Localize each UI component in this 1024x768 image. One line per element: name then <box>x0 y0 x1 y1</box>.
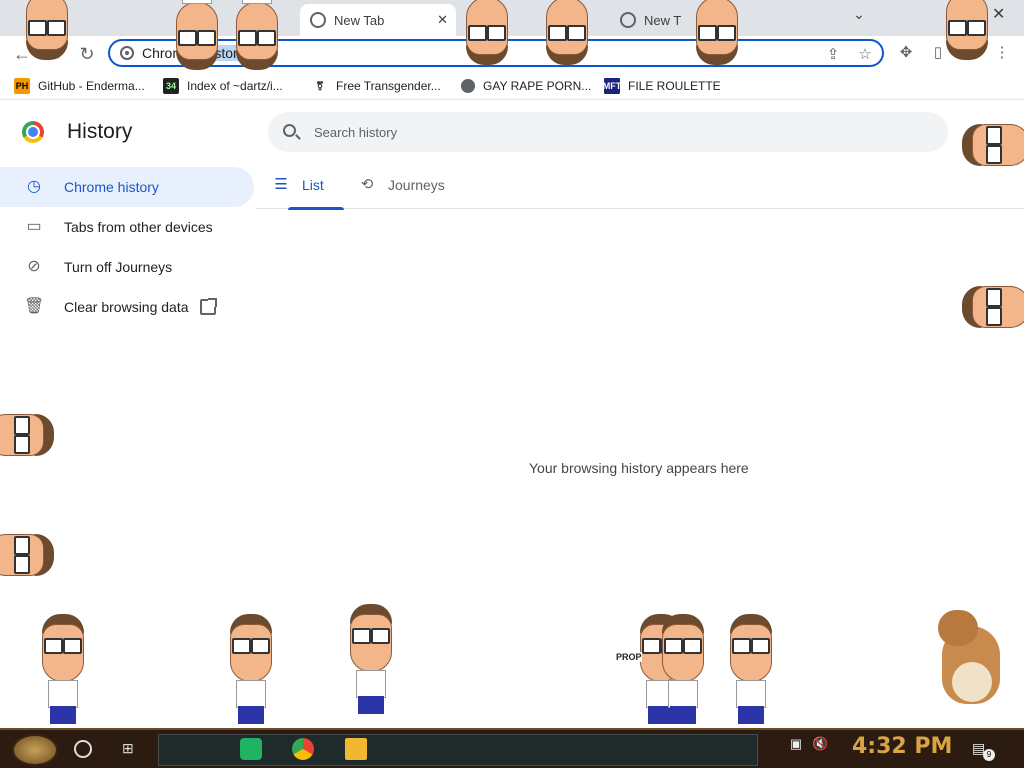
tab-list[interactable]: ☰ List <box>272 161 344 210</box>
external-link-icon <box>200 298 217 315</box>
network-icon[interactable]: ▣ <box>788 736 804 752</box>
mft-favicon-icon: MFT <box>603 78 621 94</box>
taskbar-clock[interactable]: 4:32 PM <box>852 734 952 759</box>
cartoon-character-sprite[interactable] <box>36 614 90 724</box>
search-icon <box>283 124 296 137</box>
share-icon[interactable]: ⇪ <box>824 46 842 64</box>
task-view-icon[interactable]: ⊞ <box>122 740 140 758</box>
transgender-icon: ⚧ <box>316 80 324 91</box>
journeys-icon: ⟲ <box>360 176 374 193</box>
cartoon-character-sprite[interactable] <box>224 614 278 724</box>
sidebar-item-label: Clear browsing data <box>64 299 189 315</box>
cartoon-character-sprite[interactable] <box>940 0 994 60</box>
chrome-logo-icon <box>22 121 44 143</box>
file-explorer-icon[interactable] <box>345 738 367 760</box>
list-icon: ☰ <box>274 176 288 193</box>
start-button[interactable] <box>12 734 58 766</box>
extensions-puzzle-icon[interactable]: ✥ <box>896 43 916 63</box>
trash-icon: 🗑 <box>24 298 45 315</box>
menu-kebab-icon[interactable]: ⋮ <box>992 43 1012 63</box>
chrome-tab-icon <box>620 12 636 28</box>
sprite-sign-text: PROP <box>616 652 642 662</box>
tab-search-chevron-icon[interactable]: ⌄ <box>853 6 873 26</box>
cartoon-character-sprite[interactable] <box>460 0 514 65</box>
devices-icon: ▭ <box>26 218 42 235</box>
reload-icon[interactable]: ↻ <box>76 43 98 65</box>
sidebar-item-label: Tabs from other devices <box>64 219 213 235</box>
notes-app-icon[interactable] <box>240 738 262 760</box>
cartoon-character-sprite[interactable] <box>230 0 284 70</box>
sidebar-item-label: Chrome history <box>64 179 159 195</box>
empty-history-message: Your browsing history appears here <box>529 460 749 476</box>
tab-label: List <box>302 177 324 193</box>
bookmark-file-roulette[interactable]: MFT FILE ROULETTE <box>603 76 721 96</box>
cartoon-character-sprite[interactable] <box>962 280 1024 334</box>
tab-journeys[interactable]: ⟲ Journeys <box>358 161 445 209</box>
volume-muted-icon[interactable]: 🔇 <box>812 736 828 752</box>
bookmark-label: Free Transgender... <box>336 79 441 93</box>
bookmark-github[interactable]: PH GitHub - Enderma... <box>14 76 145 96</box>
tab-new-tab[interactable]: New Tab ✕ <box>300 4 456 36</box>
bookmark-index-of[interactable]: 34 Index of ~dartz/i... <box>163 76 283 96</box>
tab-label: Journeys <box>388 177 445 193</box>
clock-icon: ◷ <box>27 178 41 195</box>
page-title: History <box>67 120 133 143</box>
journeys-off-icon: ⊘ <box>27 258 41 275</box>
bookmark-label: GAY RAPE PORN... <box>483 79 592 93</box>
tab-label: New T <box>644 12 682 28</box>
chrome-page-icon <box>120 46 134 60</box>
bookmark-star-icon[interactable]: ☆ <box>856 46 874 64</box>
taskbar-search-icon[interactable] <box>74 740 92 758</box>
close-tab-icon[interactable]: ✕ <box>437 12 448 28</box>
cartoon-character-sprite[interactable] <box>344 604 398 714</box>
cartoon-character-sprite[interactable] <box>724 614 778 724</box>
sidebar-item-turn-off-journeys[interactable]: ⊘ Turn off Journeys <box>0 247 254 287</box>
window-close-icon[interactable]: ✕ <box>992 4 1012 24</box>
sidebar-item-chrome-history[interactable]: ◷ Chrome history <box>0 167 254 207</box>
ph-favicon-icon: PH <box>14 78 30 94</box>
tab-label: New Tab <box>334 12 385 28</box>
sidebar-item-tabs-other-devices[interactable]: ▭ Tabs from other devices <box>0 207 254 247</box>
cartoon-character-sprite[interactable] <box>170 0 224 70</box>
taskbar: ⊞ ▣ 🔇 4:32 PM ▤ 9 <box>0 728 1024 768</box>
bookmark-globe-site[interactable]: GAY RAPE PORN... <box>461 76 591 96</box>
active-tab-indicator <box>288 207 344 210</box>
bookmark-free-transgender[interactable]: ⚧ Free Transgender... <box>312 76 441 96</box>
sidebar-item-label: Turn off Journeys <box>64 259 173 275</box>
hamster-desktop-pet[interactable] <box>928 606 1004 706</box>
sidebar-item-clear-browsing-data[interactable]: 🗑 Clear browsing data <box>0 287 254 327</box>
chrome-tab-icon <box>310 12 326 28</box>
cartoon-character-sprite[interactable] <box>20 0 74 60</box>
globe-icon <box>461 79 475 93</box>
bookmark-label: GitHub - Enderma... <box>38 79 145 93</box>
bookmark-label: FILE ROULETTE <box>628 79 721 93</box>
history-page: History ◷ Chrome history ▭ Tabs from oth… <box>0 101 1024 728</box>
chrome-app-icon[interactable] <box>292 738 314 760</box>
bookmark-label: Index of ~dartz/i... <box>187 79 283 93</box>
cartoon-character-sprite[interactable] <box>0 408 54 462</box>
cartoon-character-sprite[interactable] <box>540 0 594 65</box>
34-favicon-icon: 34 <box>163 78 179 94</box>
notification-count-badge: 9 <box>983 749 995 761</box>
bookmarks-bar: PH GitHub - Enderma... 34 Index of ~dart… <box>0 72 1024 100</box>
cartoon-character-sprite[interactable] <box>690 0 744 65</box>
history-tabs: ☰ List ⟲ Journeys <box>256 161 1024 210</box>
cartoon-character-sprite[interactable] <box>962 118 1024 172</box>
history-search[interactable] <box>268 112 948 152</box>
cartoon-character-sprite[interactable] <box>0 528 54 582</box>
cartoon-character-sprite[interactable] <box>656 614 710 724</box>
search-input[interactable] <box>314 122 914 142</box>
